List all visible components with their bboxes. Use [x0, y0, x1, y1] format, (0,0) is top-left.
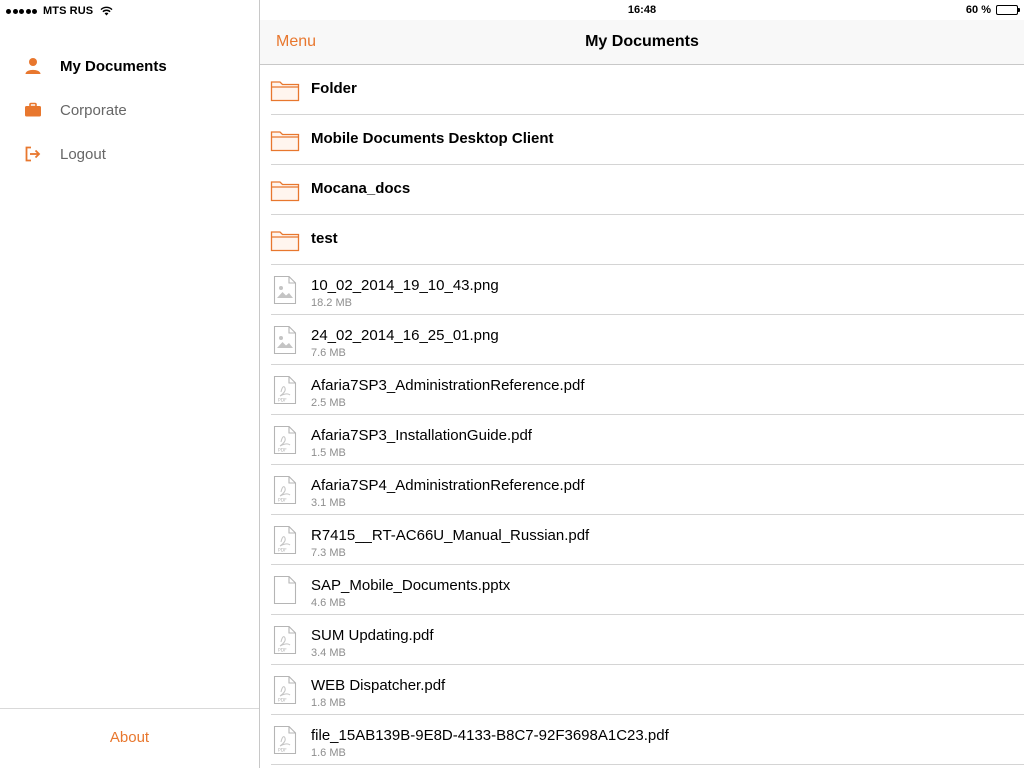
sidebar-item-label: My Documents	[60, 57, 167, 75]
sidebar-item-my-documents[interactable]: My Documents	[0, 44, 259, 88]
svg-text:PDF: PDF	[278, 448, 287, 454]
sidebar-item-label: Corporate	[60, 101, 127, 119]
file-row[interactable]: 10_02_2014_19_10_43.png 18.2 MB	[260, 265, 1024, 315]
file-size: 1.6 MB	[311, 747, 346, 759]
pdf-file-icon: PDF	[273, 375, 297, 405]
side-menu: MTS RUS My Documents Corporate Logout Ab…	[0, 0, 259, 768]
folder-row[interactable]: test	[260, 215, 1024, 265]
signal-strength-icon	[6, 8, 37, 14]
battery-icon	[996, 5, 1020, 15]
file-row[interactable]: PDF SUM Updating.pdf 3.4 MB	[260, 615, 1024, 665]
folder-icon	[270, 81, 300, 102]
pdf-file-icon: PDF	[273, 725, 297, 755]
file-name: Afaria7SP4_AdministrationReference.pdf	[311, 477, 585, 494]
folder-name: Mocana_docs	[311, 180, 411, 197]
status-time: 16:48	[627, 4, 657, 16]
wifi-icon	[100, 6, 113, 16]
folder-name: Folder	[311, 80, 357, 97]
status-bar-right: 60 %	[965, 4, 1020, 16]
blank-file-icon	[273, 575, 297, 605]
file-name: SUM Updating.pdf	[311, 627, 434, 644]
about-link[interactable]: About	[110, 729, 149, 746]
sidebar-item-label: Logout	[60, 145, 106, 163]
sidebar-menu: My Documents Corporate Logout	[0, 44, 259, 176]
image-file-icon	[273, 275, 297, 305]
file-row[interactable]: SAP_Mobile_Documents.pptx 4.6 MB	[260, 565, 1024, 615]
svg-text:PDF: PDF	[278, 648, 287, 654]
file-row[interactable]: PDF WEB Dispatcher.pdf 1.8 MB	[260, 665, 1024, 715]
file-size: 2.5 MB	[311, 397, 346, 409]
folder-name: Mobile Documents Desktop Client	[311, 130, 554, 147]
navigation-bar: Menu My Documents	[260, 20, 1024, 65]
file-row[interactable]: 24_02_2014_16_25_01.png 7.6 MB	[260, 315, 1024, 365]
file-size: 1.5 MB	[311, 447, 346, 459]
file-row[interactable]: PDF Afaria7SP4_AdministrationReference.p…	[260, 465, 1024, 515]
battery-percentage: 60 %	[965, 4, 991, 16]
person-icon	[24, 57, 42, 75]
image-file-icon	[273, 325, 297, 355]
folder-row[interactable]: Folder	[260, 65, 1024, 115]
file-row[interactable]: PDF R7415__RT-AC66U_Manual_Russian.pdf 7…	[260, 515, 1024, 565]
page-title: My Documents	[585, 33, 699, 50]
file-size: 3.1 MB	[311, 497, 346, 509]
sidebar-item-corporate[interactable]: Corporate	[0, 88, 259, 132]
svg-text:PDF: PDF	[278, 398, 287, 404]
briefcase-icon	[24, 101, 42, 119]
document-list: Folder Mobile Documents Desktop Client M…	[260, 65, 1024, 765]
folder-name: test	[311, 230, 338, 247]
svg-text:PDF: PDF	[278, 498, 287, 504]
file-name: Afaria7SP3_InstallationGuide.pdf	[311, 427, 532, 444]
file-size: 1.8 MB	[311, 697, 346, 709]
folder-icon	[270, 181, 300, 202]
file-size: 3.4 MB	[311, 647, 346, 659]
file-row[interactable]: PDF Afaria7SP3_InstallationGuide.pdf 1.5…	[260, 415, 1024, 465]
file-name: SAP_Mobile_Documents.pptx	[311, 577, 511, 594]
svg-text:PDF: PDF	[278, 748, 287, 754]
file-row[interactable]: PDF Afaria7SP3_AdministrationReference.p…	[260, 365, 1024, 415]
file-size: 4.6 MB	[311, 597, 346, 609]
file-name: WEB Dispatcher.pdf	[311, 677, 446, 694]
file-size: 7.6 MB	[311, 347, 346, 359]
svg-text:PDF: PDF	[278, 698, 287, 704]
pdf-file-icon: PDF	[273, 525, 297, 555]
main-panel: 16:48 60 % Menu My Documents Folder Mobi…	[260, 0, 1024, 768]
svg-text:PDF: PDF	[278, 548, 287, 554]
logout-icon	[24, 145, 42, 163]
file-row[interactable]: PDF file_15AB139B-9E8D-4133-B8C7-92F3698…	[260, 715, 1024, 765]
file-name: 10_02_2014_19_10_43.png	[311, 277, 499, 294]
pdf-file-icon: PDF	[273, 425, 297, 455]
sidebar-footer: About	[0, 708, 259, 768]
carrier-name: MTS RUS	[43, 5, 94, 17]
status-bar-left: MTS RUS	[6, 4, 113, 18]
folder-row[interactable]: Mobile Documents Desktop Client	[260, 115, 1024, 165]
pdf-file-icon: PDF	[273, 625, 297, 655]
folder-icon	[270, 131, 300, 152]
folder-row[interactable]: Mocana_docs	[260, 165, 1024, 215]
file-size: 7.3 MB	[311, 547, 346, 559]
file-name: file_15AB139B-9E8D-4133-B8C7-92F3698A1C2…	[311, 727, 669, 744]
file-name: R7415__RT-AC66U_Manual_Russian.pdf	[311, 527, 590, 544]
pdf-file-icon: PDF	[273, 475, 297, 505]
folder-icon	[270, 231, 300, 252]
file-name: Afaria7SP3_AdministrationReference.pdf	[311, 377, 585, 394]
file-name: 24_02_2014_16_25_01.png	[311, 327, 499, 344]
file-size: 18.2 MB	[311, 297, 352, 309]
pdf-file-icon: PDF	[273, 675, 297, 705]
sidebar-item-logout[interactable]: Logout	[0, 132, 259, 176]
